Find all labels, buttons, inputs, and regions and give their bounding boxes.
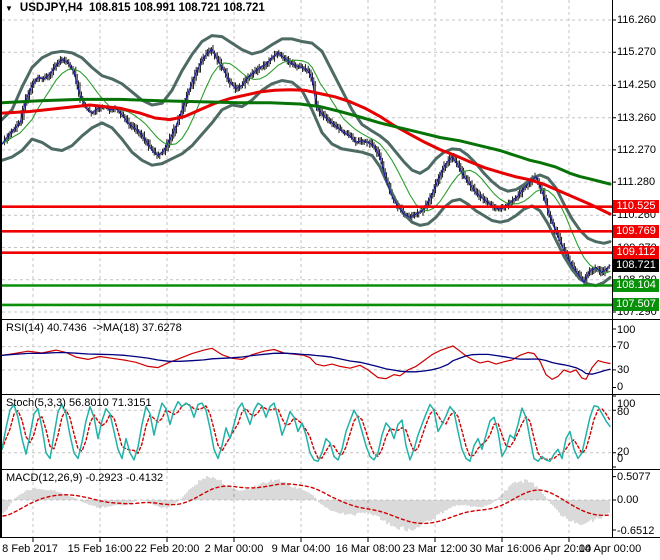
indicator-scale-label: 0.5077 <box>617 471 651 483</box>
date-axis-label: 22 Feb 20:00 <box>134 543 200 555</box>
chart-window: ▼ USDJPY,H4 108.815 108.991 108.721 108.7… <box>0 0 660 560</box>
price-axis-label: 116.260 <box>617 14 656 26</box>
price-axis-label: 114.250 <box>617 79 656 92</box>
indicator-scale-label: 100 <box>617 324 636 336</box>
price-axis-label: 113.260 <box>617 111 656 124</box>
stoch-indicator-label: Stoch(5,3,3) 56.8010 71.3151 <box>6 397 152 409</box>
date-axis-label: 15 Feb 16:00 <box>67 543 133 555</box>
price-axis-label: 111.280 <box>617 176 656 189</box>
price-level-badge: 108.104 <box>613 279 659 292</box>
indicator-scale-label: 0.00 <box>617 494 639 506</box>
date-axis-label: 9 Mar 04:00 <box>271 543 331 555</box>
title-text: USDJPY,H4 108.815 108.991 108.721 108.72… <box>19 2 265 14</box>
date-axis-label: 14 Apr 00:00 <box>578 543 642 555</box>
macd-indicator-label: MACD(12,26,9) -0.2923 -0.4132 <box>6 472 164 484</box>
chart-title: ▼ USDJPY,H4 108.815 108.991 108.721 108.7… <box>5 2 265 14</box>
price-level-badge: 109.769 <box>613 224 659 238</box>
date-axis-label: 23 Mar 12:00 <box>402 543 468 555</box>
date-axis-label: 2 Mar 00:00 <box>204 543 264 555</box>
price-axis-label: 115.270 <box>617 46 656 59</box>
current-price-badge: 108.721 <box>613 258 659 272</box>
indicator-scale-label: 80 <box>617 406 630 418</box>
indicator-scale-label: 0 <box>617 381 624 393</box>
indicator-scale-label: 30 <box>617 364 630 376</box>
indicator-scale-label: 0 <box>617 453 624 465</box>
price-axis-label: 112.270 <box>617 143 656 156</box>
date-axis-label: 30 Mar 16:00 <box>469 543 535 555</box>
dropdown-arrow-icon[interactable]: ▼ <box>5 4 13 13</box>
indicator-scale-label: -0.6512 <box>617 525 655 537</box>
rsi-indicator-label: RSI(14) 40.7436 ->MA(18) 37.6278 <box>6 322 182 334</box>
price-level-badge: 110.525 <box>613 200 659 214</box>
date-axis-label: 16 Mar 08:00 <box>335 543 401 555</box>
date-axis-label: 8 Feb 2017 <box>2 543 58 555</box>
price-level-badge: 109.112 <box>613 246 659 260</box>
indicator-scale-label: 70 <box>617 340 630 352</box>
price-level-badge: 107.507 <box>613 298 659 312</box>
